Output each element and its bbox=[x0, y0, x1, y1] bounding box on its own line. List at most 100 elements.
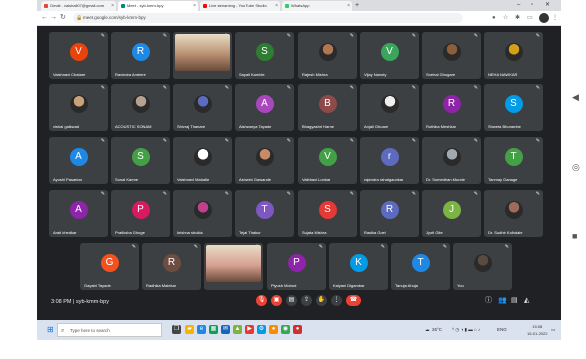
participant-tile[interactable]: ✎ T Tanuja Ahuja bbox=[391, 243, 450, 290]
pin-icon[interactable]: ✎ bbox=[536, 33, 540, 39]
participant-tile[interactable]: ✎ S Sujata Mishra bbox=[298, 190, 357, 237]
tab-youtube[interactable]: Live streaming - YouTube Studio × bbox=[200, 1, 280, 11]
participant-tile[interactable]: ✎ NEHA NAWKAR bbox=[484, 32, 543, 79]
edge-icon[interactable]: e bbox=[197, 325, 206, 334]
minimize-icon[interactable]: – bbox=[517, 0, 520, 11]
pin-icon[interactable]: ✎ bbox=[443, 244, 447, 250]
participant-tile[interactable]: ✎ G Gayatri Tayade bbox=[80, 243, 139, 290]
pin-icon[interactable]: ✎ bbox=[350, 33, 354, 39]
windows-start-icon[interactable]: ⊞ bbox=[47, 325, 54, 335]
pin-icon[interactable]: ✎ bbox=[287, 33, 291, 39]
pin-icon[interactable]: ✎ bbox=[536, 85, 540, 91]
raise-hand-button[interactable]: ✋ bbox=[316, 295, 327, 306]
more-options-button[interactable]: ⋮ bbox=[331, 295, 342, 306]
chrome-icon[interactable]: ◉ bbox=[281, 325, 290, 334]
taskbar-search-input[interactable]: ⌕ Type here to search bbox=[57, 323, 162, 337]
participant-tile[interactable]: ✎ R Ravindra Ambere bbox=[111, 32, 170, 79]
pin-icon[interactable]: ✎ bbox=[101, 191, 105, 197]
url-field[interactable]: 🔒 meet.google.com/syb-kmm-bpy bbox=[73, 13, 463, 23]
cast-icon[interactable]: ▭ bbox=[527, 13, 533, 23]
close-window-icon[interactable]: ✕ bbox=[545, 0, 550, 11]
settings-icon[interactable]: ⚙ bbox=[257, 325, 266, 334]
pin-icon[interactable]: ✎ bbox=[412, 191, 416, 197]
participant-tile[interactable]: ✎ vishal gaikwad bbox=[49, 84, 108, 131]
participant-tile[interactable]: ✎ Rajesh Mishra bbox=[298, 32, 357, 79]
record-icon[interactable]: ● bbox=[293, 325, 302, 334]
pin-icon[interactable]: ✎ bbox=[163, 138, 167, 144]
participant-tile[interactable]: ✎ B Bhagyashri Harne bbox=[298, 84, 357, 131]
pin-icon[interactable]: ✎ bbox=[381, 244, 385, 250]
close-icon[interactable]: × bbox=[193, 1, 196, 11]
pin-icon[interactable]: ✎ bbox=[101, 138, 105, 144]
task-view-icon[interactable]: ❐ bbox=[172, 325, 181, 334]
file-explorer-icon[interactable]: ▰ bbox=[185, 325, 194, 334]
participant-tile[interactable]: ✎ ACOUSTIC SONAM bbox=[111, 84, 170, 131]
back-icon[interactable]: ← bbox=[41, 13, 48, 23]
close-icon[interactable]: × bbox=[111, 1, 114, 11]
pin-icon[interactable]: ✎ bbox=[163, 33, 167, 39]
participant-tile[interactable]: ✎ R Radhika Malekar bbox=[142, 243, 201, 290]
pin-icon[interactable]: ✎ bbox=[412, 33, 416, 39]
participant-tile[interactable]: ✎ Dr. Sudhir Kolhdale bbox=[484, 190, 543, 237]
chat-icon[interactable]: ▤ bbox=[511, 295, 518, 306]
participant-tile[interactable]: ✎ bbox=[204, 243, 263, 290]
circle-icon[interactable]: ◎ bbox=[572, 162, 580, 173]
participant-tile[interactable]: ✎ T Tejal Thakur bbox=[235, 190, 294, 237]
tab-meet[interactable]: Meet - syb-kmm-bpy × bbox=[118, 1, 198, 11]
captions-button[interactable]: ▤ bbox=[286, 295, 297, 306]
app-icon[interactable]: ▲ bbox=[233, 325, 242, 334]
language-indicator[interactable]: ENG bbox=[497, 326, 507, 334]
pin-icon[interactable]: ✎ bbox=[225, 85, 229, 91]
new-tab-button[interactable]: + bbox=[355, 0, 359, 11]
participant-tile[interactable]: ✎ P Pratiksha Ghuge bbox=[111, 190, 170, 237]
pin-icon[interactable]: ✎ bbox=[474, 33, 478, 39]
pin-icon[interactable]: ✎ bbox=[474, 191, 478, 197]
pin-icon[interactable]: ✎ bbox=[412, 138, 416, 144]
participant-tile[interactable]: ✎ A Ayushi Pasarkar bbox=[49, 137, 108, 184]
close-icon[interactable]: × bbox=[275, 1, 278, 11]
info-icon[interactable]: ⓘ bbox=[485, 295, 492, 306]
participant-tile[interactable]: ✎ J Jyoti Gite bbox=[422, 190, 481, 237]
participant-tile[interactable]: ✎ Anjali Ghuare bbox=[360, 84, 419, 131]
pin-icon[interactable]: ✎ bbox=[101, 33, 105, 39]
mail-icon[interactable]: ✉ bbox=[221, 325, 230, 334]
mic-off-button[interactable]: 🎙 bbox=[256, 295, 267, 306]
star-icon[interactable]: ☆ bbox=[503, 13, 508, 23]
media-icon[interactable]: ▶ bbox=[245, 325, 254, 334]
arrow-left-icon[interactable]: ◀ bbox=[572, 92, 579, 103]
participant-tile[interactable]: ✎ bbox=[173, 32, 232, 79]
pin-icon[interactable]: ✎ bbox=[163, 191, 167, 197]
activities-icon[interactable]: ◭ bbox=[524, 295, 529, 306]
pin-icon[interactable]: ✎ bbox=[412, 85, 416, 91]
participant-tile[interactable]: ✎ V Vaibhavi Lonkar bbox=[298, 137, 357, 184]
pin-icon[interactable]: ✎ bbox=[287, 138, 291, 144]
pin-icon[interactable]: ✎ bbox=[287, 191, 291, 197]
participant-tile[interactable]: ✎ S Sayali Kamble bbox=[235, 32, 294, 79]
store-icon[interactable]: ▦ bbox=[209, 325, 218, 334]
more-icon[interactable]: ⋮ bbox=[552, 13, 558, 23]
extensions-icon[interactable]: ✱ bbox=[515, 13, 520, 23]
participant-tile[interactable]: ✎ K Kalyani Digambar bbox=[329, 243, 388, 290]
clock[interactable]: 15:08 15-01-2022 bbox=[527, 323, 547, 337]
participant-tile[interactable]: ✎ krishna shukla bbox=[173, 190, 232, 237]
participant-tile[interactable]: ✎ R Ruthika Meshkar bbox=[422, 84, 481, 131]
pin-icon[interactable]: ✎ bbox=[536, 138, 540, 144]
participant-tile[interactable]: ✎ S Sonal Kamre bbox=[111, 137, 170, 184]
avatar[interactable] bbox=[539, 13, 549, 23]
close-icon[interactable]: × bbox=[347, 1, 350, 11]
participant-tile[interactable]: ✎ Dr. Sumedhan Munde bbox=[422, 137, 481, 184]
forward-icon[interactable]: → bbox=[50, 13, 57, 23]
participant-tile[interactable]: ✎ A Arati khedkar bbox=[49, 190, 108, 237]
tray-icons[interactable]: ^ ◷ ◑ ▮ ▬ ⌂ ♪ bbox=[452, 326, 480, 334]
notification-icon[interactable]: ▭ bbox=[551, 326, 555, 334]
participant-tile[interactable]: ✎ A Aishwarya Tayade bbox=[235, 84, 294, 131]
pin-icon[interactable]: ✎ bbox=[350, 138, 354, 144]
participant-tile[interactable]: ✎ Ashwini Gawande bbox=[235, 137, 294, 184]
participant-tile[interactable]: ✎ Snehal Ghogare bbox=[422, 32, 481, 79]
pin-icon[interactable]: ✎ bbox=[225, 138, 229, 144]
pin-icon[interactable]: ✎ bbox=[350, 191, 354, 197]
reload-icon[interactable]: ↻ bbox=[60, 13, 66, 23]
participant-tile[interactable]: ✎ r rajendra rahatgaonkar bbox=[360, 137, 419, 184]
pin-icon[interactable]: ✎ bbox=[474, 85, 478, 91]
tab-whatsapp[interactable]: WhatsApp × bbox=[282, 1, 352, 11]
